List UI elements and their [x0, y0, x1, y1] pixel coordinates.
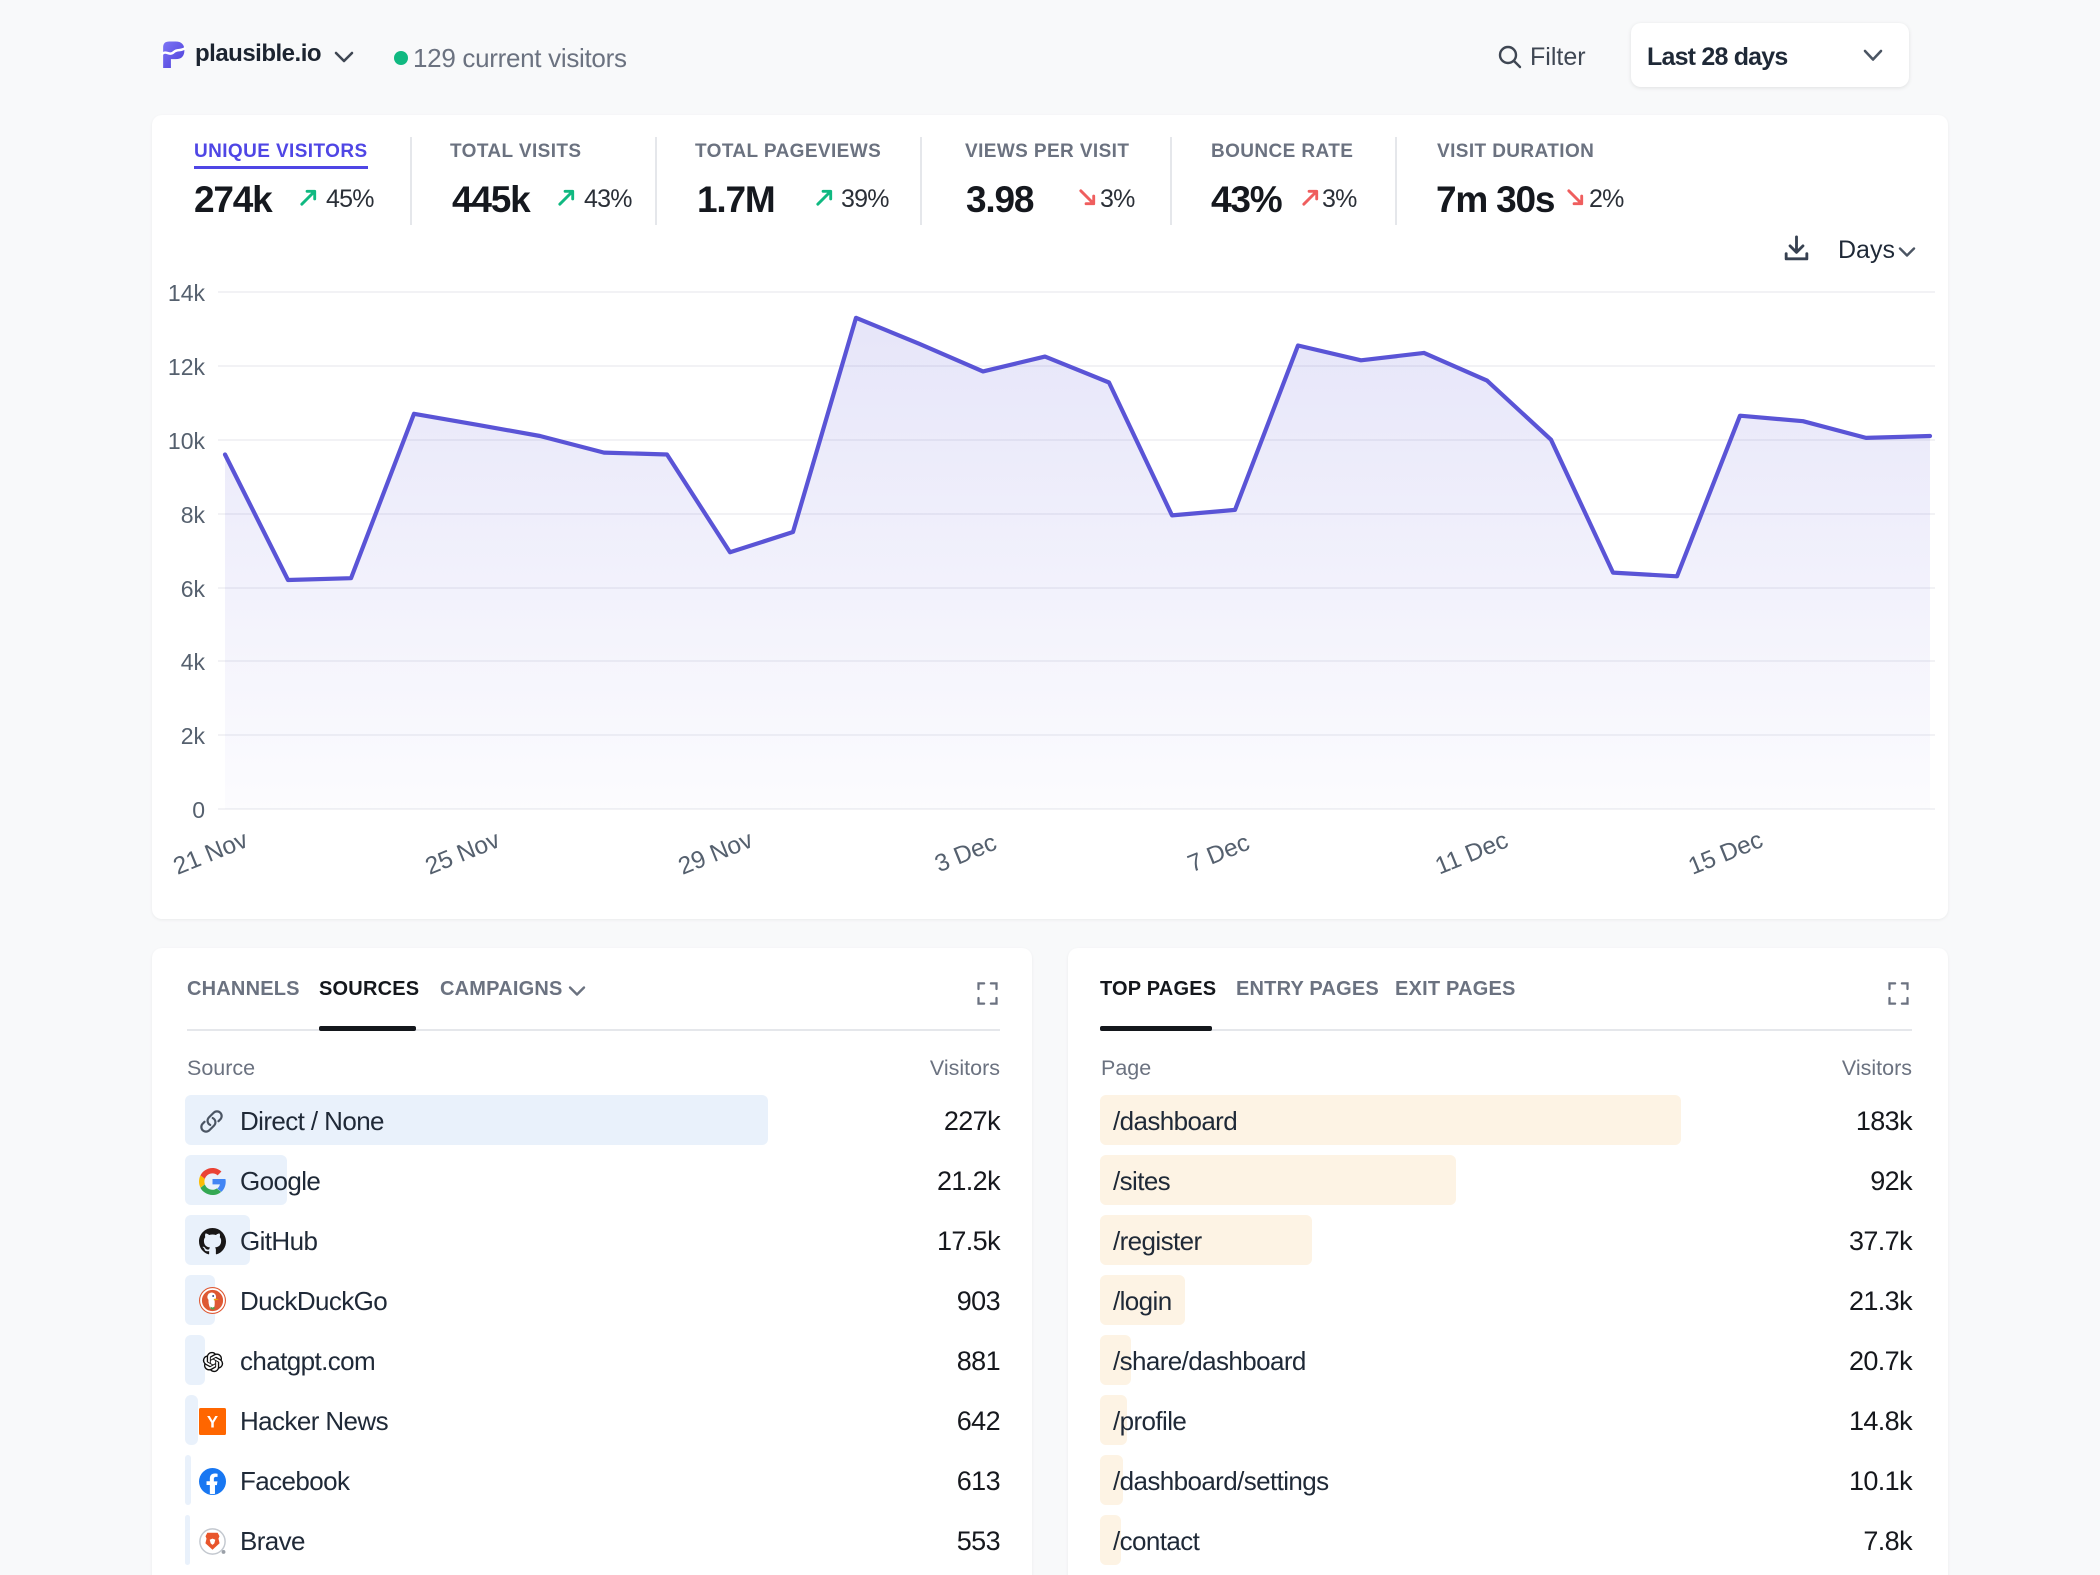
- svg-text:Y: Y: [207, 1413, 218, 1432]
